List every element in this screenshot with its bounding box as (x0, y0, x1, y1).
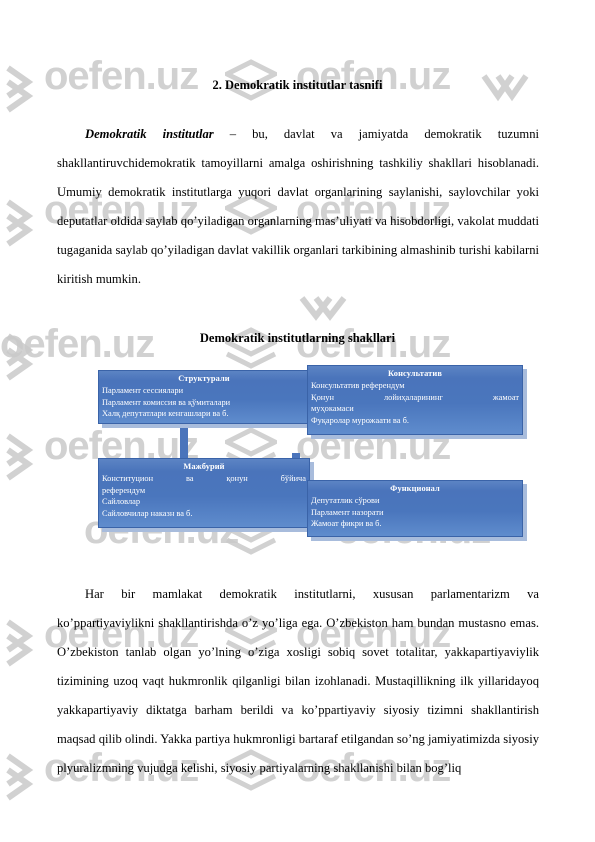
box-line: Сайловлар (102, 497, 141, 507)
box-line: Консультатив референдум (311, 381, 405, 390)
diagram-box-strukturali[interactable]: Структурали Парламент сессиялари Парламе… (98, 370, 310, 424)
paragraph-2-body: Har bir mamlakat demokratik institutlarn… (57, 587, 539, 775)
document-page: 2. Demokratik institutlar tasnifi Demokr… (0, 0, 595, 842)
demokratik-institutlar-diagram: Структурали Парламент сессиялари Парламе… (57, 358, 539, 563)
box-line: референдум (102, 485, 146, 495)
box-line: Депутатлик сўрови (311, 496, 380, 505)
box-body-strukturali: Парламент сессиялари Парламент комиссия … (99, 385, 309, 420)
diagram-box-majburiy[interactable]: Мажбурий Конституцион ва қонун бўйича рефер… (98, 458, 310, 528)
box-title-konsultativ: Консультатив (388, 369, 442, 378)
box-line: муҳокамаси (311, 404, 354, 414)
paragraph-1: Demokratik institutlar – bu, davlat va j… (57, 120, 539, 294)
paragraph-2: Har bir mamlakat demokratik institutlarn… (57, 580, 539, 783)
section-heading: 2. Demokratik institutlar tasnifi (212, 78, 383, 92)
diagram-box-funksional[interactable]: Функционал Депутатлик сўрови Парламент н… (307, 480, 523, 537)
box-line: Парламент назорати (311, 507, 384, 517)
box-line: Сайловчилар наказн ва б. (102, 508, 193, 518)
box-line: Жамоат фикри ва б. (311, 519, 382, 529)
box-body-funksional: Депутатлик сўрови Парламент назорати Жам… (308, 495, 522, 530)
box-line: Конституцион ва қонун бўйича (102, 474, 306, 483)
box-line: Халқ депутатлари кенгашлари ва б. (102, 409, 229, 419)
paragraph-1-body: – bu, davlat va jamiyatda demokratik tuz… (57, 127, 539, 286)
box-line: Парламент комиссия ва қўмиталари (102, 397, 231, 407)
box-title-majburiy: Мажбурий (183, 462, 225, 471)
box-body-majburiy: Конституцион ва қонун бўйича референдум Сай… (99, 473, 309, 519)
box-line: Парламент сессиялари (102, 386, 184, 395)
box-title-strukturali: Структурали (178, 374, 230, 383)
box-body-konsultativ: Консультатив референдум Қонун лойиҳаларин… (308, 380, 522, 426)
diagram-title: Demokratik institutlarning shakllari (199, 331, 396, 345)
box-line: Фуқаролар мурожаати ва б. (311, 415, 409, 425)
diagram-box-konsultativ[interactable]: Консультатив Консультатив референдум Қон… (307, 365, 523, 435)
paragraph-1-lead-term: Demokratik institutlar (85, 127, 214, 141)
box-title-funksional: Функционал (390, 484, 440, 493)
box-line: Қонун лойиҳаларининг жамоат (311, 392, 519, 402)
